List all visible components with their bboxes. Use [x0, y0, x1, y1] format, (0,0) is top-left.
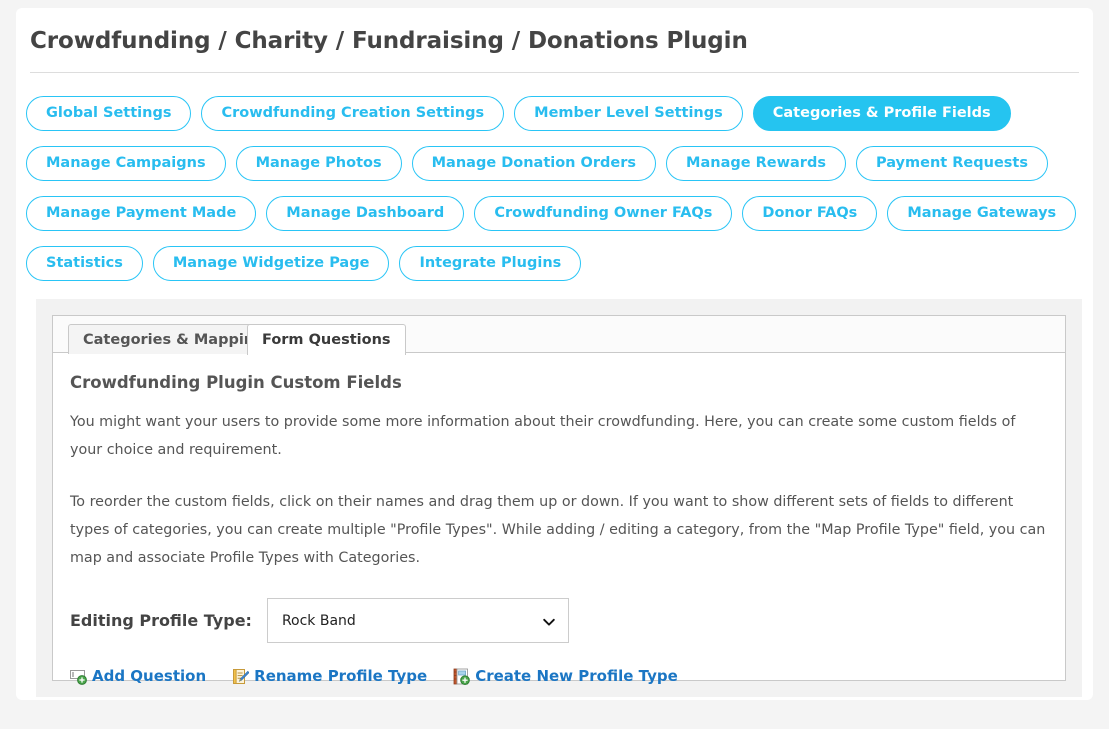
description-paragraph-2: To reorder the custom fields, click on t…	[70, 494, 1046, 566]
nav-button-integrate-plugins[interactable]: Integrate Plugins	[399, 245, 582, 281]
create-new-profile-type-label: Create New Profile Type	[475, 667, 678, 685]
nav-row-4: Statistics Manage Widgetize Page Integra…	[26, 238, 1081, 288]
profile-type-select[interactable]: Rock Band	[266, 598, 569, 643]
nav-button-manage-dashboard[interactable]: Manage Dashboard	[266, 195, 465, 231]
chevron-down-icon	[542, 614, 556, 628]
nav-row-3: Manage Payment Made Manage Dashboard Cro…	[26, 188, 1081, 238]
nav-button-manage-campaigns[interactable]: Manage Campaigns	[26, 145, 226, 181]
panel-wrapper: Categories & Mapping Form Questions Crow…	[36, 299, 1082, 697]
section-heading: Crowdfunding Plugin Custom Fields	[70, 373, 402, 392]
nav-button-manage-widgetize-page[interactable]: Manage Widgetize Page	[152, 245, 390, 281]
nav-button-member-level-settings[interactable]: Member Level Settings	[514, 95, 743, 131]
title-divider	[30, 72, 1079, 73]
profile-type-row: Editing Profile Type: Rock Band	[70, 598, 1048, 643]
nav-button-crowdfunding-creation-settings[interactable]: Crowdfunding Creation Settings	[201, 95, 505, 131]
nav-button-groups: Global Settings Crowdfunding Creation Se…	[26, 88, 1081, 288]
nav-button-crowdfunding-owner-faqs[interactable]: Crowdfunding Owner FAQs	[474, 195, 733, 231]
nav-button-manage-donation-orders[interactable]: Manage Donation Orders	[411, 145, 657, 181]
page-title: Crowdfunding / Charity / Fundraising / D…	[30, 28, 748, 54]
rename-profile-type-label: Rename Profile Type	[254, 667, 428, 685]
nav-button-manage-gateways[interactable]: Manage Gateways	[887, 195, 1077, 231]
nav-row-1: Global Settings Crowdfunding Creation Se…	[26, 88, 1081, 138]
nav-button-donor-faqs[interactable]: Donor FAQs	[742, 195, 878, 231]
nav-button-manage-rewards[interactable]: Manage Rewards	[666, 145, 846, 181]
nav-button-manage-payment-made[interactable]: Manage Payment Made	[26, 195, 257, 231]
nav-button-global-settings[interactable]: Global Settings	[26, 95, 192, 131]
tab-form-questions[interactable]: Form Questions	[247, 324, 406, 355]
action-links: Add Question Rename Profile Type Create …	[70, 667, 1048, 685]
rename-profile-type-link[interactable]: Rename Profile Type	[232, 667, 427, 685]
create-new-profile-type-link[interactable]: Create New Profile Type	[453, 667, 678, 685]
nav-button-payment-requests[interactable]: Payment Requests	[855, 145, 1048, 181]
nav-button-statistics[interactable]: Statistics	[26, 245, 143, 281]
description-paragraph-1: You might want your users to provide som…	[70, 414, 1016, 458]
nav-row-2: Manage Campaigns Manage Photos Manage Do…	[26, 138, 1081, 188]
add-question-link[interactable]: Add Question	[70, 667, 206, 685]
panel-body: Crowdfunding Plugin Custom Fields You mi…	[53, 353, 1065, 685]
nav-button-categories-profile-fields[interactable]: Categories & Profile Fields	[752, 95, 1011, 131]
nav-button-manage-photos[interactable]: Manage Photos	[235, 145, 402, 181]
add-question-icon	[70, 668, 87, 685]
tab-strip: Categories & Mapping Form Questions	[53, 316, 1065, 355]
rename-pencil-icon	[232, 668, 250, 685]
add-question-label: Add Question	[92, 667, 207, 685]
tab-panel: Categories & Mapping Form Questions Crow…	[52, 315, 1066, 685]
page-card: Crowdfunding / Charity / Fundraising / D…	[16, 8, 1093, 700]
create-new-icon	[453, 668, 470, 685]
profile-type-selected-value: Rock Band	[281, 612, 356, 629]
profile-type-label: Editing Profile Type:	[70, 611, 252, 630]
